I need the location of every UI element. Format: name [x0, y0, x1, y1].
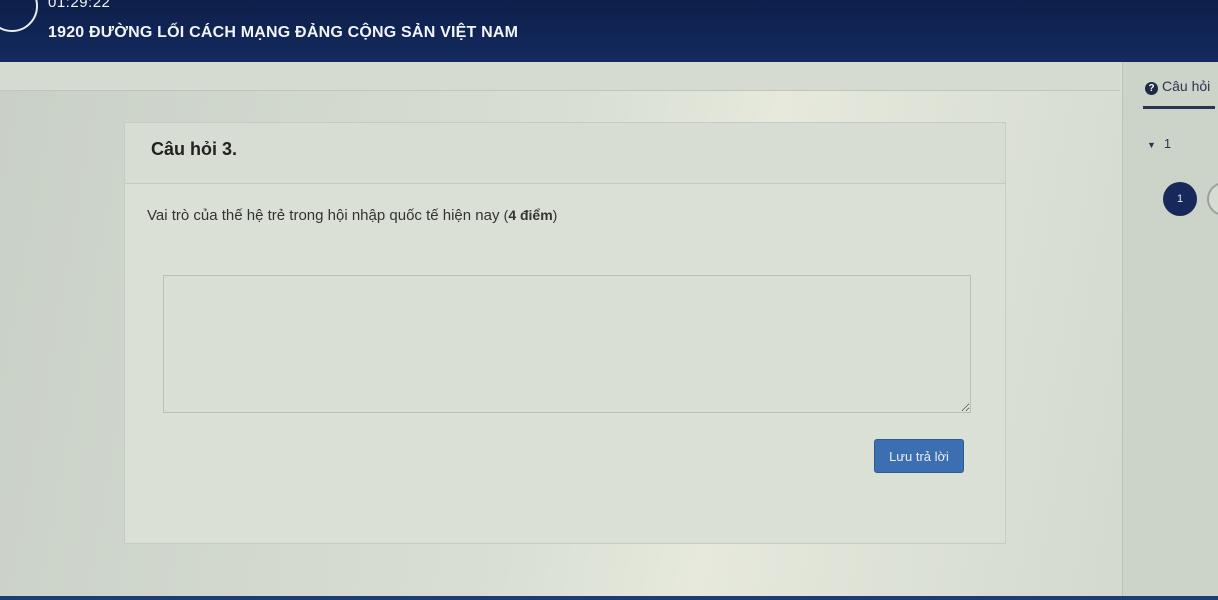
question-circle-icon: ? [1145, 82, 1158, 95]
question-badge-2[interactable] [1207, 182, 1218, 216]
tab-questions-label: Câu hỏi [1162, 78, 1211, 94]
bottom-border [0, 596, 1218, 600]
question-points-value: 4 điểm [508, 207, 553, 223]
question-badge-1[interactable]: 1 [1163, 182, 1197, 216]
tab-questions[interactable]: ? Câu hỏi [1145, 78, 1210, 95]
main-area: Câu hỏi 3. Vai trò của thế hệ trẻ trong … [0, 62, 1218, 600]
clock-icon [0, 0, 38, 32]
question-title: Câu hỏi 3. [151, 139, 238, 159]
answer-textarea[interactable] [163, 275, 971, 413]
question-points: (4 điểm) [503, 207, 558, 223]
caret-down-icon: ▼ [1147, 140, 1156, 150]
question-card-header: Câu hỏi 3. [125, 123, 1005, 184]
question-card: Câu hỏi 3. Vai trò của thế hệ trẻ trong … [124, 122, 1006, 544]
save-answer-button[interactable]: Lưu trả lời [874, 439, 964, 473]
course-title: 1920 ĐƯỜNG LỐI CÁCH MẠNG ĐẢNG CỘNG SẢN V… [48, 24, 519, 41]
question-navigator: ? Câu hỏi ▼ 1 1 [1122, 62, 1218, 600]
top-bar: 01:29:22 1920 ĐƯỜNG LỐI CÁCH MẠNG ĐẢNG C… [0, 0, 1218, 62]
toolbar-strip [0, 62, 1120, 91]
question-text: Vai trò của thế hệ trẻ trong hội nhập qu… [147, 207, 557, 224]
tab-active-indicator [1143, 106, 1215, 109]
section-label: 1 [1163, 136, 1172, 151]
exam-timer: 01:29:22 [48, 0, 111, 11]
question-text-body: Vai trò của thế hệ trẻ trong hội nhập qu… [147, 207, 500, 224]
section-toggle[interactable]: ▼ 1 [1147, 136, 1171, 151]
